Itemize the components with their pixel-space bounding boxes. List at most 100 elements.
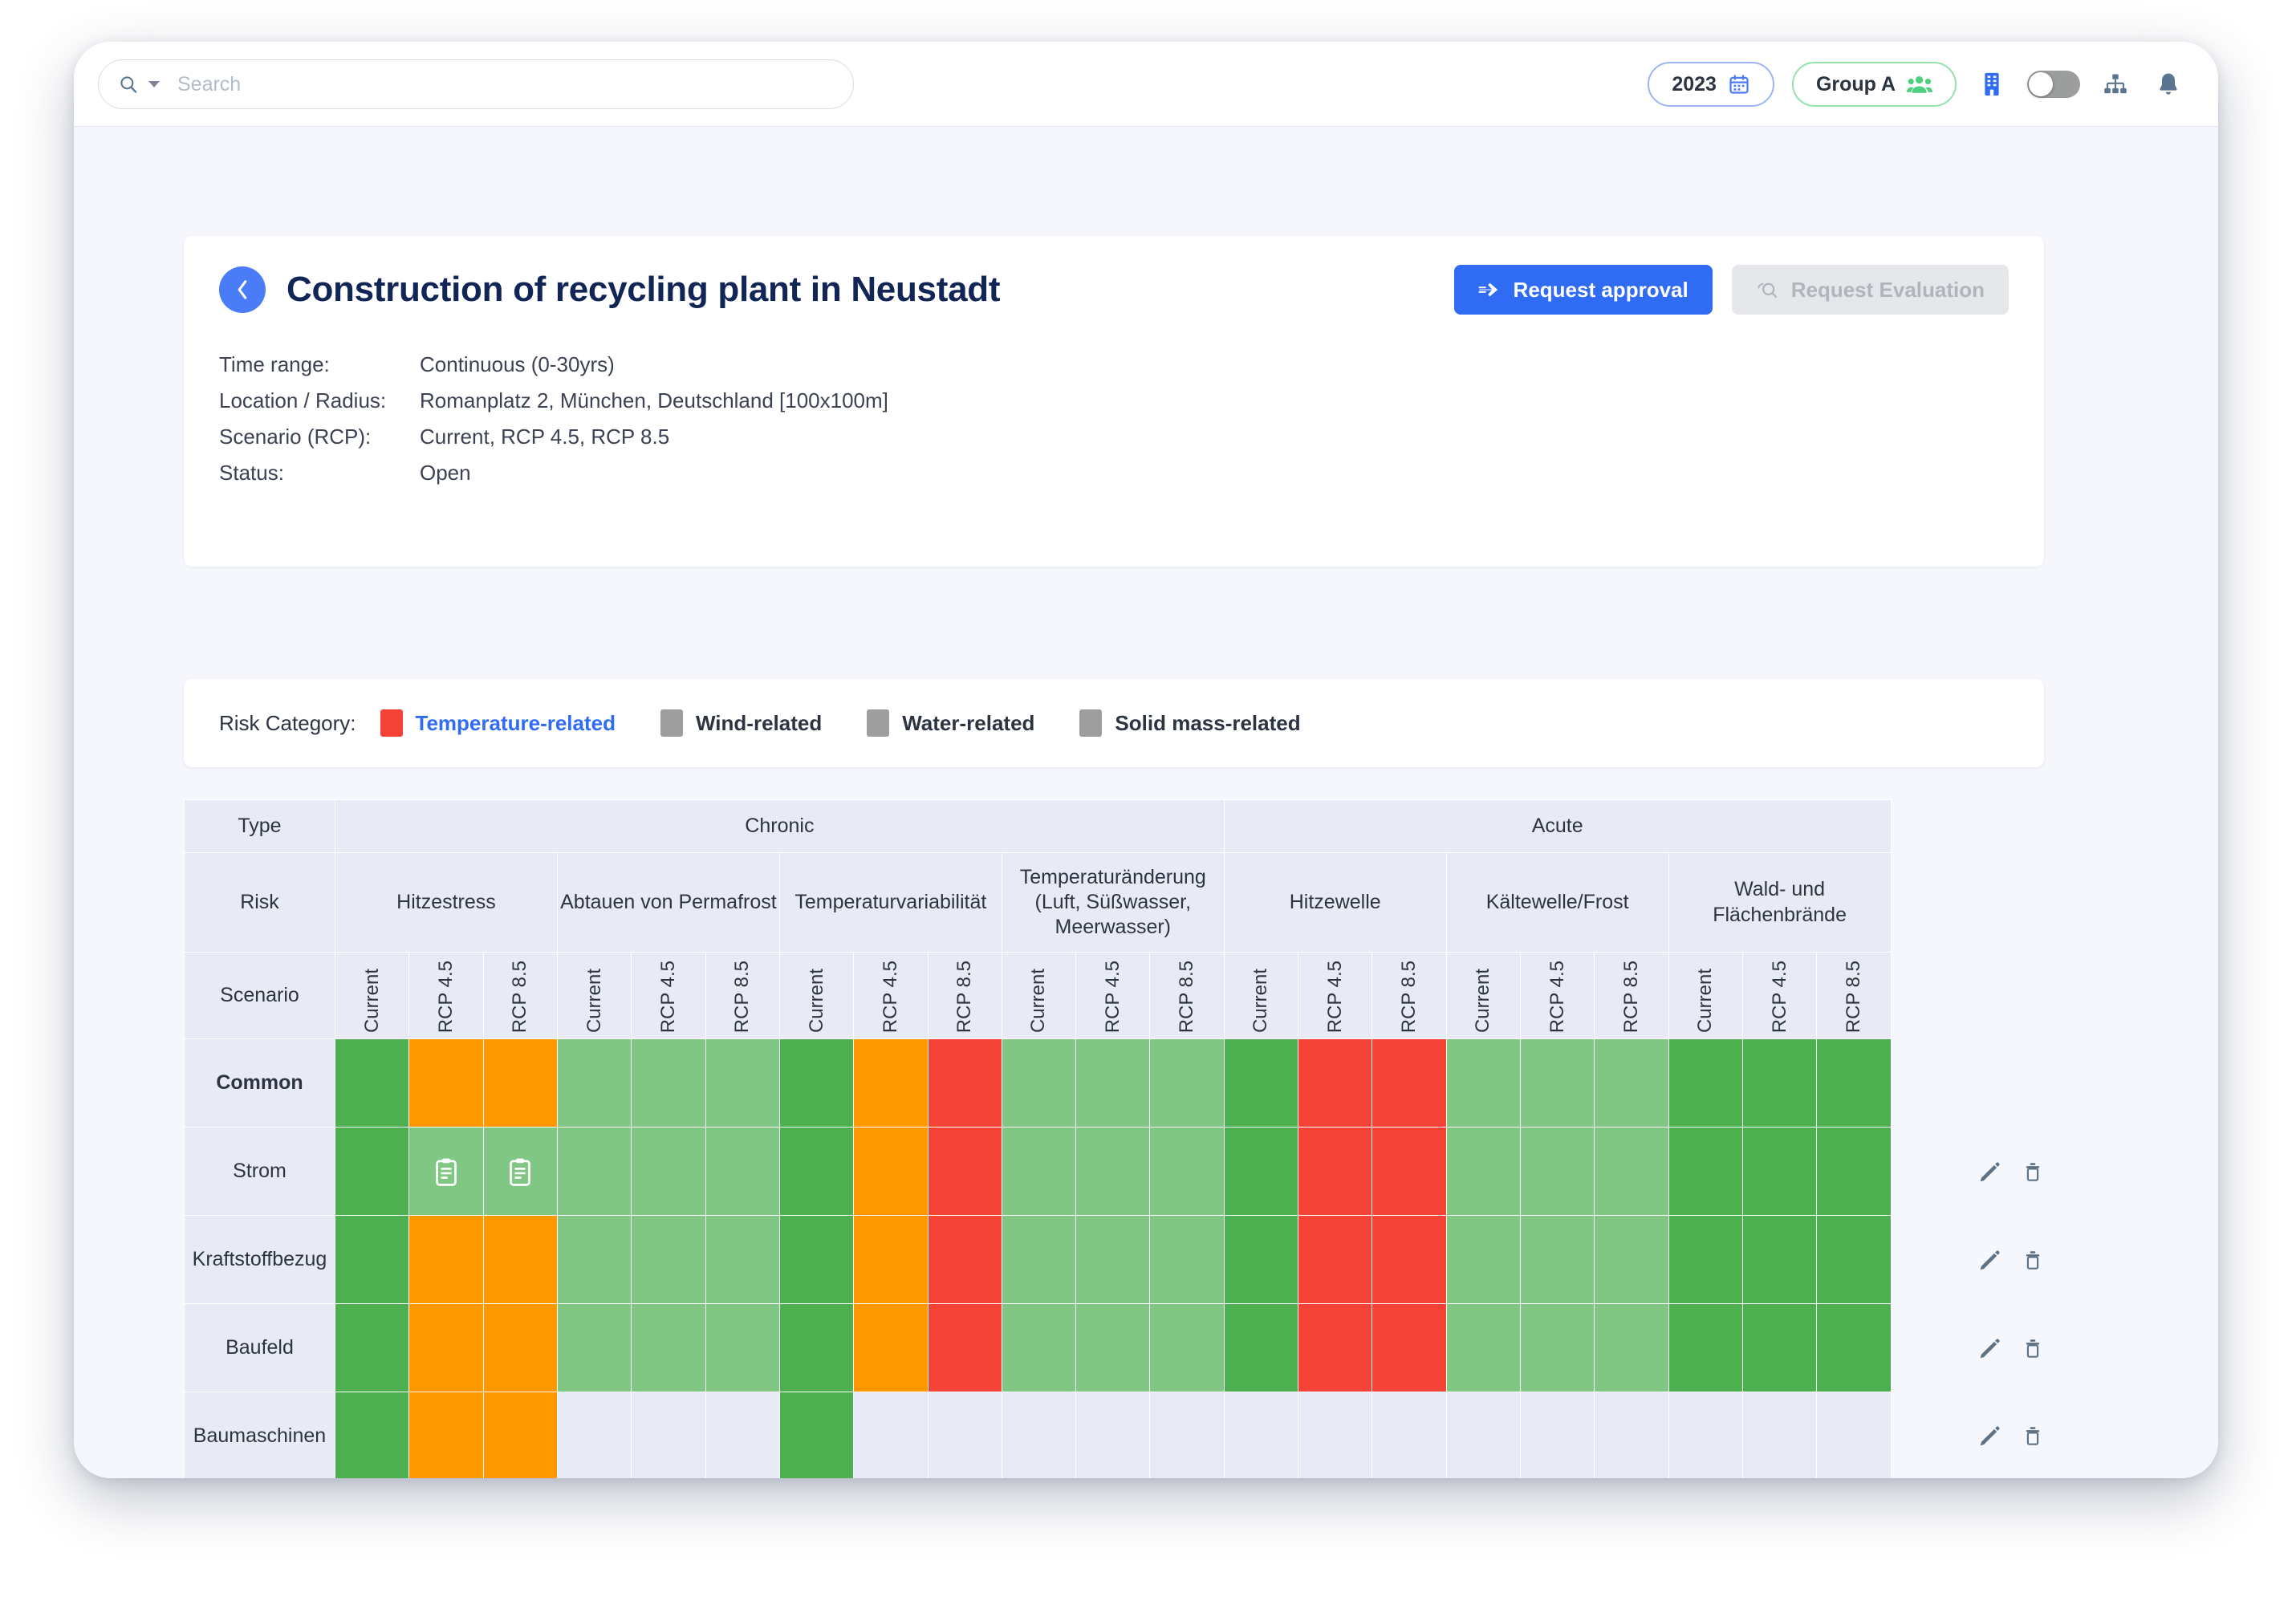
delete-trash-icon[interactable] [2022,1248,2044,1272]
delete-trash-icon[interactable] [2022,1160,2044,1184]
risk-cell[interactable] [1741,1127,1818,1216]
risk-cell[interactable] [631,1127,706,1216]
edit-pencil-icon[interactable] [1978,1248,2001,1272]
risk-cell[interactable] [556,1127,632,1216]
risk-cell[interactable] [1445,1392,1522,1478]
risk-cell[interactable] [334,1215,410,1304]
risk-cell[interactable] [778,1127,855,1216]
risk-cell[interactable] [1594,1038,1669,1128]
risk-cell[interactable] [1519,1303,1595,1392]
risk-cell[interactable] [1075,1303,1151,1392]
edit-pencil-icon[interactable] [1978,1424,2001,1448]
view-mode-toggle[interactable] [2027,71,2080,98]
risk-cell[interactable] [556,1038,632,1128]
legend-item-solid-mass-related[interactable]: Solid mass-related [1079,709,1301,737]
risk-cell[interactable] [482,1215,558,1304]
risk-cell[interactable] [1372,1303,1447,1392]
risk-cell[interactable] [1816,1215,1892,1304]
risk-cell[interactable] [1741,1392,1818,1478]
risk-cell[interactable] [1223,1303,1299,1392]
risk-cell[interactable] [1594,1392,1669,1478]
risk-cell[interactable] [778,1038,855,1128]
risk-cell[interactable] [408,1038,484,1128]
risk-cell[interactable] [1816,1392,1892,1478]
risk-cell[interactable] [1298,1392,1373,1478]
search-filter-chevron-down-icon[interactable] [148,81,160,87]
delete-segment-button[interactable] [2022,1248,2044,1272]
edit-segment-button[interactable] [1978,1248,2001,1272]
risk-cell[interactable] [1741,1215,1818,1304]
risk-cell[interactable] [1075,1127,1151,1216]
risk-cell[interactable] [1594,1215,1669,1304]
risk-cell[interactable] [408,1303,484,1392]
risk-cell[interactable] [1445,1038,1522,1128]
edit-pencil-icon[interactable] [1978,1336,2001,1360]
risk-cell[interactable] [1075,1215,1151,1304]
risk-cell[interactable] [778,1303,855,1392]
risk-cell[interactable] [705,1303,780,1392]
risk-cell[interactable] [1816,1127,1892,1216]
group-selector[interactable]: Group A [1791,62,1957,107]
risk-cell[interactable] [1001,1392,1077,1478]
risk-cell[interactable] [1372,1038,1447,1128]
risk-cell[interactable] [482,1392,558,1478]
risk-cell[interactable] [1075,1392,1151,1478]
risk-cell[interactable] [1668,1392,1743,1478]
risk-cell[interactable] [927,1392,1002,1478]
building-icon[interactable] [1974,67,2010,102]
risk-cell[interactable] [1149,1392,1225,1478]
notifications-bell-icon[interactable] [2151,67,2186,102]
risk-cell[interactable] [1372,1392,1447,1478]
risk-cell[interactable] [705,1392,780,1478]
risk-cell[interactable] [705,1038,780,1128]
risk-cell[interactable] [482,1127,558,1216]
risk-cell[interactable] [778,1215,855,1304]
risk-cell[interactable] [556,1392,632,1478]
risk-cell[interactable] [927,1038,1002,1128]
legend-item-water-related[interactable]: Water-related [867,709,1034,737]
risk-cell[interactable] [1149,1215,1225,1304]
risk-cell[interactable] [1223,1127,1299,1216]
risk-cell[interactable] [1001,1038,1077,1128]
risk-cell[interactable] [334,1127,410,1216]
edit-segment-button[interactable] [1978,1424,2001,1448]
risk-cell[interactable] [334,1038,410,1128]
risk-cell[interactable] [705,1127,780,1216]
delete-segment-button[interactable] [2022,1424,2044,1448]
risk-cell[interactable] [631,1215,706,1304]
risk-cell[interactable] [1668,1215,1743,1304]
risk-cell[interactable] [1149,1303,1225,1392]
risk-cell[interactable] [1816,1038,1892,1128]
delete-segment-button[interactable] [2022,1336,2044,1360]
back-button[interactable] [219,266,266,313]
risk-cell[interactable] [778,1392,855,1478]
delete-trash-icon[interactable] [2022,1336,2044,1360]
risk-cell[interactable] [1001,1215,1077,1304]
delete-segment-button[interactable] [2022,1160,2044,1184]
risk-cell[interactable] [556,1215,632,1304]
risk-cell[interactable] [408,1392,484,1478]
risk-cell[interactable] [1519,1127,1595,1216]
edit-pencil-icon[interactable] [1978,1160,2001,1184]
risk-cell[interactable] [1298,1303,1373,1392]
risk-cell[interactable] [1075,1038,1151,1128]
risk-cell[interactable] [631,1392,706,1478]
risk-cell[interactable] [1149,1127,1225,1216]
risk-cell[interactable] [631,1303,706,1392]
legend-item-temperature-related[interactable]: Temperature-related [380,709,616,737]
risk-cell[interactable] [1372,1215,1447,1304]
org-chart-icon[interactable] [2098,67,2133,102]
risk-cell[interactable] [631,1038,706,1128]
legend-item-wind-related[interactable]: Wind-related [660,709,822,737]
risk-cell[interactable] [334,1392,410,1478]
delete-trash-icon[interactable] [2022,1424,2044,1448]
risk-cell[interactable] [1594,1303,1669,1392]
risk-cell[interactable] [1149,1038,1225,1128]
risk-cell[interactable] [1668,1303,1743,1392]
risk-cell[interactable] [853,1392,929,1478]
risk-cell[interactable] [1298,1038,1373,1128]
request-approval-button[interactable]: Request approval [1453,265,1713,315]
risk-cell[interactable] [1741,1303,1818,1392]
risk-cell[interactable] [1298,1215,1373,1304]
edit-segment-button[interactable] [1978,1336,2001,1360]
